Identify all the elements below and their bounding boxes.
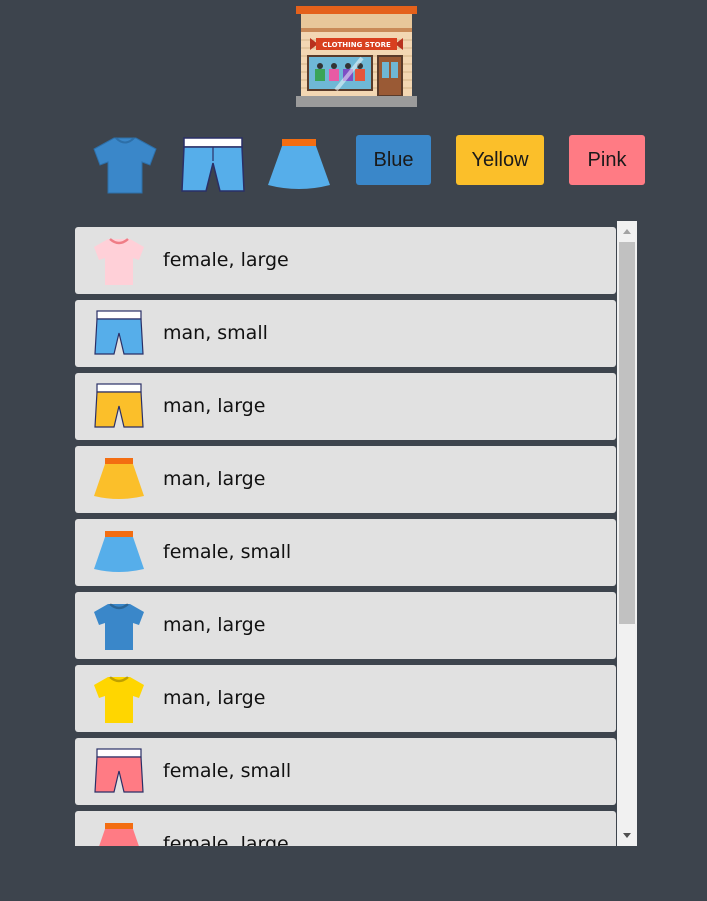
skirt-icon	[94, 531, 144, 572]
list-item-label: man, large	[163, 687, 266, 709]
list-item[interactable]: female, small	[75, 738, 616, 805]
list-item[interactable]: man, small	[75, 300, 616, 367]
filter-bar: Blue Yellow Pink	[0, 133, 707, 199]
tshirt-icon	[93, 137, 157, 194]
filter-pink-button[interactable]: Pink	[569, 135, 645, 185]
shorts-icon	[181, 137, 245, 192]
tshirt-icon	[94, 238, 144, 285]
skirt-icon	[99, 823, 139, 846]
scroll-up-arrow-icon[interactable]	[617, 221, 637, 241]
list-item-label: female, large	[163, 833, 289, 846]
filter-shorts-button[interactable]	[180, 133, 246, 199]
list-item[interactable]: man, large	[75, 446, 616, 513]
list-item-label: man, large	[163, 614, 266, 636]
tshirt-icon	[94, 676, 144, 723]
list-item-label: female, small	[163, 760, 292, 782]
shorts-icon	[94, 748, 144, 793]
list-item[interactable]: female, small	[75, 519, 616, 586]
list-item-label: man, large	[163, 468, 266, 490]
skirt-icon	[94, 458, 144, 499]
list-item-label: female, large	[163, 249, 289, 271]
filter-tshirt-button[interactable]	[92, 133, 158, 199]
store-sign-text: CLOTHING STORE	[322, 41, 391, 49]
list-item-label: female, small	[163, 541, 292, 563]
clothing-list[interactable]: female, large man, small man, large man, la…	[75, 221, 637, 846]
list-item-label: man, small	[163, 322, 268, 344]
list-item[interactable]: female, large	[75, 811, 616, 846]
filter-yellow-button[interactable]: Yellow	[456, 135, 544, 185]
filter-blue-button[interactable]: Blue	[356, 135, 431, 185]
tshirt-icon	[94, 603, 144, 650]
clothing-store-icon: CLOTHING STORE	[296, 6, 417, 107]
shorts-icon	[94, 383, 144, 428]
filter-skirt-button[interactable]	[266, 133, 332, 199]
skirt-icon	[268, 139, 330, 189]
list-item[interactable]: female, large	[75, 227, 616, 294]
list-item[interactable]: man, large	[75, 592, 616, 659]
list-item[interactable]: man, large	[75, 665, 616, 732]
scroll-thumb[interactable]	[619, 242, 635, 624]
list-item[interactable]: man, large	[75, 373, 616, 440]
shorts-icon	[94, 310, 144, 355]
scroll-down-arrow-icon[interactable]	[617, 826, 637, 846]
list-item-label: man, large	[163, 395, 266, 417]
scrollbar[interactable]	[617, 221, 637, 846]
